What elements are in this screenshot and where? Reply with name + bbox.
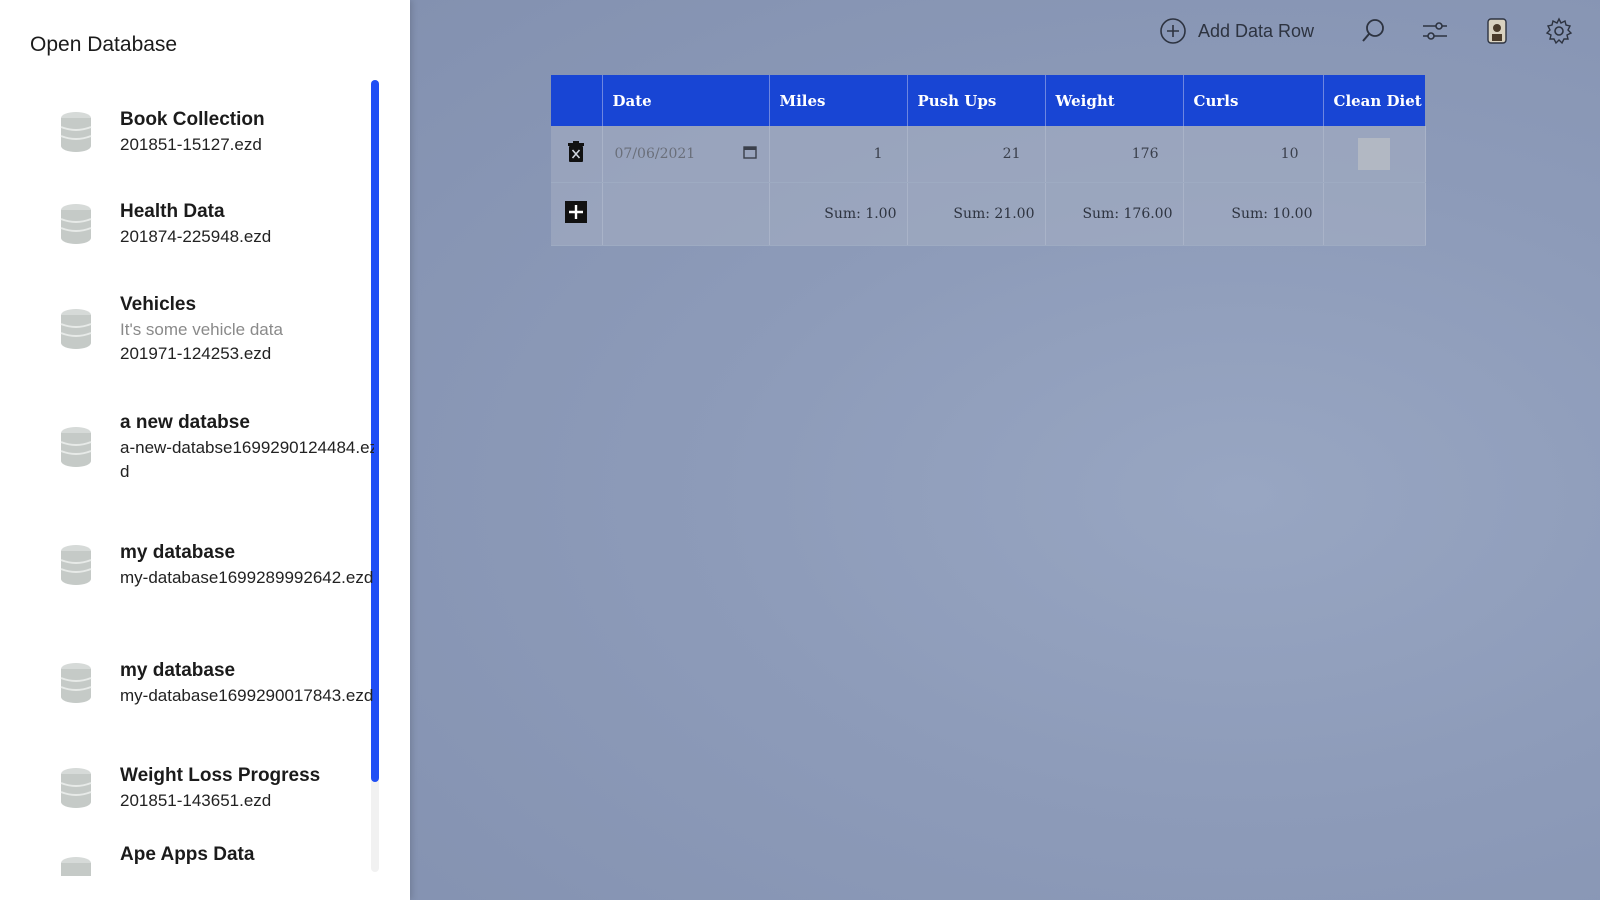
database-icon [60,425,92,469]
sum-cell-clean-diet [1323,182,1426,246]
toolbar: Add Data Row [1158,10,1590,52]
sum-curls: Sum: 10.00 [1183,182,1324,246]
database-filename: a-new-databse1699290124484.ezd [120,438,374,481]
date-cell[interactable]: 07/06/2021 [602,126,770,183]
push-ups-cell[interactable]: 21 [907,126,1046,183]
data-table: Date Miles Push Ups Weight Curls Clean D… [551,75,1426,246]
database-filename: 201971-124253.ezd [120,344,272,363]
database-filename: 201851-143651.ezd [120,791,272,810]
database-icon [60,766,92,810]
add-row-icon[interactable] [565,200,588,227]
database-filename: my-database1699290017843.ezd [120,686,374,705]
weight-cell[interactable]: 176 [1045,126,1184,183]
sum-cell-date [602,182,770,246]
table-header-row: Date Miles Push Ups Weight Curls Clean D… [551,75,1425,126]
miles-cell[interactable]: 1 [769,126,908,183]
database-item[interactable]: Ape Apps Data [0,834,374,876]
sum-miles: Sum: 1.00 [769,182,908,246]
add-circle-icon [1158,16,1188,46]
database-filename: 201874-225948.ezd [120,227,272,246]
database-item[interactable]: my database my-database1699289992642.ezd [0,506,374,624]
column-header-curls[interactable]: Curls [1183,75,1324,126]
column-header-push-ups[interactable]: Push Ups [907,75,1046,126]
database-filename: 201851-15127.ezd [120,135,262,154]
filter-sliders-icon [1420,16,1450,46]
database-icon [60,110,92,154]
sum-weight: Sum: 176.00 [1045,182,1184,246]
database-icon [60,202,92,246]
add-row-cell [551,182,603,246]
profile-button[interactable] [1466,10,1528,52]
curls-cell[interactable]: 10 [1183,126,1324,183]
database-item[interactable]: Weight Loss Progress 201851-143651.ezd [0,742,374,834]
database-name: Health Data [120,201,225,222]
filter-button[interactable] [1404,10,1466,52]
database-filename: my-database1699289992642.ezd [120,568,374,587]
database-item[interactable]: Health Data 201874-225948.ezd [0,178,374,270]
database-name: Vehicles [120,294,197,315]
database-item[interactable]: my database my-database1699290017843.ezd [0,624,374,742]
database-description: It's some vehicle data [120,320,283,339]
database-icon [60,842,92,876]
open-database-panel: Open Database Book Collection 201851-151… [0,0,410,900]
delete-row-cell [551,126,603,183]
database-name: a new databse [120,412,250,433]
delete-row-icon[interactable] [567,140,585,167]
database-name: my database [120,660,236,681]
column-header-weight[interactable]: Weight [1045,75,1184,126]
database-item[interactable]: Book Collection 201851-15127.ezd [0,86,374,178]
sum-push-ups: Sum: 21.00 [907,182,1046,246]
column-header-clean-diet[interactable]: Clean Diet [1323,75,1425,126]
sum-row: Sum: 1.00 Sum: 21.00 Sum: 176.00 Sum: 10… [551,182,1426,246]
search-icon [1358,16,1388,46]
add-data-row-button[interactable]: Add Data Row [1158,10,1314,52]
database-icon [60,661,92,705]
database-list: Book Collection 201851-15127.ezd Health … [0,86,374,876]
clean-diet-checkbox[interactable] [1358,137,1390,170]
database-name: Weight Loss Progress [120,765,321,786]
profile-icon [1482,16,1512,46]
database-icon [60,307,92,351]
date-value: 07/06/2021 [614,145,696,162]
column-header-actions [551,75,603,126]
database-name: my database [120,542,236,563]
database-icon [60,543,92,587]
calendar-icon[interactable] [742,145,757,163]
column-header-date[interactable]: Date [602,75,770,126]
clean-diet-cell [1323,126,1426,183]
database-item[interactable]: Vehicles It's some vehicle data 201971-1… [0,270,374,388]
column-header-miles[interactable]: Miles [769,75,908,126]
database-name: Ape Apps Data [120,844,255,865]
add-data-row-label: Add Data Row [1197,20,1314,41]
database-name: Book Collection [120,109,265,130]
gear-icon [1544,16,1574,46]
table-row: 07/06/2021 1 21 176 10 [551,126,1426,183]
search-button[interactable] [1342,10,1404,52]
settings-button[interactable] [1528,10,1590,52]
panel-title: Open Database [30,33,178,56]
database-item[interactable]: a new databse a-new-databse1699290124484… [0,388,374,506]
